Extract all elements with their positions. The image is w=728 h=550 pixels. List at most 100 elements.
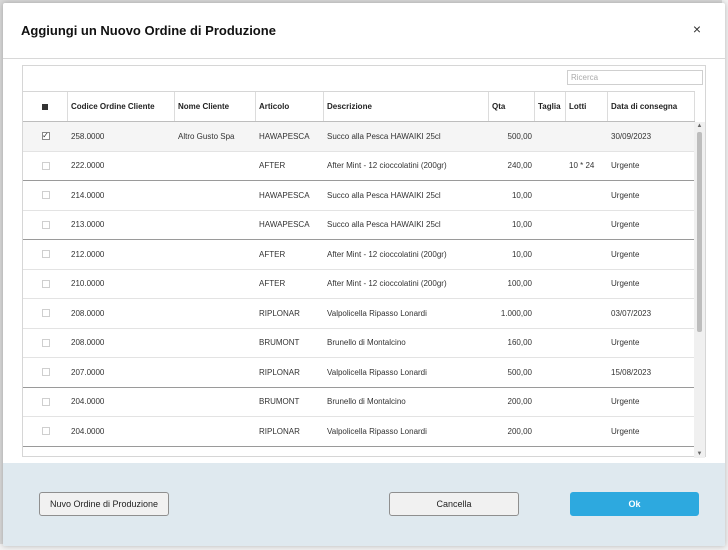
cell-codice: 258.0000 <box>71 131 105 141</box>
cell-articolo: BRUMONT <box>259 397 300 407</box>
select-all-column[interactable] <box>23 92 68 121</box>
row-checkbox[interactable] <box>41 309 50 318</box>
cell-descrizione: Brunello di Montalcino <box>327 338 406 348</box>
cell-codice: 204.0000 <box>71 397 105 407</box>
new-production-order-button[interactable]: Nuvo Ordine di Produzione <box>39 492 169 516</box>
vertical-scrollbar[interactable]: ▲ ▼ <box>694 122 705 458</box>
table-row[interactable]: 222.0000 AFTER After Mint - 12 cioccolat… <box>23 152 695 181</box>
cell-qta: 1.000,00 <box>500 308 532 318</box>
cell-articolo: RIPLONAR <box>259 367 300 377</box>
row-checkbox[interactable] <box>41 220 50 229</box>
cell-lotti <box>566 417 608 446</box>
cell-articolo: AFTER <box>259 279 286 289</box>
row-checkbox[interactable] <box>41 250 50 259</box>
table-row[interactable]: 212.0000 AFTER After Mint - 12 cioccolat… <box>23 240 695 270</box>
dialog-header: Aggiungi un Nuovo Ordine di Produzione × <box>3 3 725 59</box>
cell-data-consegna: 15/08/2023 <box>611 367 652 377</box>
column-header-qta[interactable]: Qta <box>489 92 535 121</box>
cell-descrizione: Valpolicella Ripasso Lonardi <box>327 426 427 436</box>
table-row[interactable]: 204.0000 RIPLONAR Valpolicella Ripasso L… <box>23 417 695 447</box>
cell-data-consegna: Urgente <box>611 161 640 171</box>
cell-descrizione: Succo alla Pesca HAWAIKI 25cl <box>327 220 441 230</box>
cell-codice: 204.0000 <box>71 426 105 436</box>
table-row[interactable]: 214.0000 HAWAPESCA Succo alla Pesca HAWA… <box>23 181 695 211</box>
cell-articolo: AFTER <box>259 249 286 259</box>
column-header-cliente[interactable]: Nome Cliente <box>175 92 256 121</box>
row-checkbox[interactable] <box>41 397 50 406</box>
cell-lotti <box>566 299 608 328</box>
cell-data-consegna: Urgente <box>611 397 640 407</box>
cancel-button[interactable]: Cancella <box>389 492 519 516</box>
cell-taglia <box>535 417 566 446</box>
cell-taglia <box>535 299 566 328</box>
row-checkbox[interactable]: ✓ <box>41 132 50 141</box>
table-row[interactable]: 213.0000 HAWAPESCA Succo alla Pesca HAWA… <box>23 211 695 240</box>
table-row[interactable]: 208.0000 BRUMONT Brunello di Montalcino … <box>23 329 695 358</box>
cell-cliente <box>175 240 256 269</box>
cell-descrizione: After Mint - 12 cioccolatini (200gr) <box>327 161 447 171</box>
row-checkbox[interactable] <box>41 191 50 200</box>
cell-taglia <box>535 122 566 151</box>
cell-taglia <box>535 240 566 269</box>
cell-taglia <box>535 152 566 181</box>
table-body: ✓ 258.0000 Altro Gusto Spa HAWAPESCA Suc… <box>23 122 695 454</box>
cell-qta: 500,00 <box>507 131 532 141</box>
cell-qta: 160,00 <box>507 338 532 348</box>
cell-data-consegna: 03/07/2023 <box>611 308 652 318</box>
column-header-data-consegna[interactable]: Data di consegna <box>608 92 695 121</box>
column-header-descrizione[interactable]: Descrizione <box>324 92 489 121</box>
column-header-lotti[interactable]: Lotti <box>566 92 608 121</box>
cell-cliente <box>175 152 256 181</box>
cell-codice: 222.0000 <box>71 161 105 171</box>
row-checkbox[interactable] <box>41 338 50 347</box>
cell-descrizione: Succo alla Pesca HAWAIKI 25cl <box>327 131 441 141</box>
cell-qta: 240,00 <box>507 161 532 171</box>
cell-data-consegna: Urgente <box>611 338 640 348</box>
cell-lotti <box>566 388 608 417</box>
table-row[interactable]: 207.0000 RIPLONAR Valpolicella Ripasso L… <box>23 358 695 388</box>
table-row[interactable]: 210.0000 AFTER After Mint - 12 cioccolat… <box>23 270 695 299</box>
cell-codice: 214.0000 <box>71 190 105 200</box>
cell-qta: 100,00 <box>507 279 532 289</box>
cell-cliente <box>175 211 256 240</box>
row-checkbox[interactable] <box>41 427 50 436</box>
cell-articolo: RIPLONAR <box>259 308 300 318</box>
scrollbar-thumb[interactable] <box>697 132 702 332</box>
column-header-codice[interactable]: Codice Ordine Cliente <box>68 92 175 121</box>
cell-qta: 200,00 <box>507 397 532 407</box>
cell-cliente <box>175 299 256 328</box>
table-row[interactable]: ✓ 258.0000 Altro Gusto Spa HAWAPESCA Suc… <box>23 122 695 152</box>
row-checkbox[interactable] <box>41 368 50 377</box>
cell-taglia <box>535 358 566 387</box>
row-checkbox[interactable] <box>41 279 50 288</box>
cell-descrizione: After Mint - 12 cioccolatini (200gr) <box>327 249 447 259</box>
cell-taglia <box>535 211 566 240</box>
row-checkbox[interactable] <box>41 161 50 170</box>
cell-lotti <box>566 211 608 240</box>
cell-qta: 10,00 <box>511 220 532 230</box>
column-header-taglia[interactable]: Taglia <box>535 92 566 121</box>
cell-codice: 210.0000 <box>71 279 105 289</box>
table-row[interactable]: 204.0000 BRUMONT Brunello di Montalcino … <box>23 388 695 417</box>
cell-taglia <box>535 181 566 210</box>
new-production-order-dialog: Aggiungi un Nuovo Ordine di Produzione ×… <box>3 3 725 546</box>
select-all-checkbox[interactable] <box>42 103 48 110</box>
table-row[interactable]: 208.0000 RIPLONAR Valpolicella Ripasso L… <box>23 299 695 329</box>
column-header-articolo[interactable]: Articolo <box>256 92 324 121</box>
close-icon[interactable]: × <box>689 21 705 37</box>
scroll-down-icon[interactable]: ▼ <box>694 450 705 458</box>
table-header: Codice Ordine Cliente Nome Cliente Artic… <box>23 91 695 122</box>
cell-cliente <box>175 358 256 387</box>
scroll-up-icon[interactable]: ▲ <box>694 122 705 130</box>
ok-button[interactable]: Ok <box>570 492 699 516</box>
cell-lotti: 10 * 24 <box>569 161 595 171</box>
cell-descrizione: Succo alla Pesca HAWAIKI 25cl <box>327 190 441 200</box>
cell-qta: 10,00 <box>511 249 532 259</box>
cell-codice: 208.0000 <box>71 308 105 318</box>
cell-taglia <box>535 388 566 417</box>
search-input[interactable] <box>567 70 703 85</box>
cell-cliente <box>175 329 256 358</box>
cell-codice: 207.0000 <box>71 367 105 377</box>
cell-data-consegna: Urgente <box>611 190 640 200</box>
cell-articolo: HAWAPESCA <box>259 131 310 141</box>
